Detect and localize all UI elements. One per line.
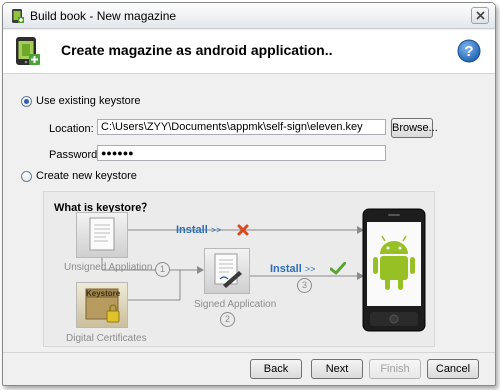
use-existing-label: Use existing keystore [36, 95, 141, 107]
page-title: Create magazine as android application.. [61, 42, 333, 58]
success-check-icon [330, 262, 346, 275]
cancel-button[interactable]: Cancel [427, 359, 479, 379]
use-existing-keystore-option[interactable]: Use existing keystore [21, 95, 141, 107]
next-button[interactable]: Next [311, 359, 363, 379]
finish-button[interactable]: Finish [369, 359, 421, 379]
keystore-box-label: Keystore [86, 289, 121, 298]
unsigned-application-icon [76, 212, 128, 258]
close-button[interactable] [471, 7, 489, 24]
create-new-keystore-option[interactable]: Create new keystore [21, 170, 137, 182]
app-icon [12, 9, 24, 23]
signed-application-icon [204, 248, 250, 294]
android-magazine-icon [16, 37, 40, 65]
window-title: Build book - New magazine [30, 9, 177, 23]
wizard-header: Create magazine as android application..… [3, 30, 495, 74]
dialog-window: Build book - New magazine Create magazin… [2, 2, 496, 386]
location-label: Location: [49, 123, 94, 135]
install-unsigned-label: Install >> [176, 224, 222, 236]
title-bar: Build book - New magazine [3, 3, 495, 29]
document-icon [89, 217, 115, 251]
android-phone-icon [362, 208, 426, 332]
svg-text:?: ? [464, 43, 473, 60]
step-3-badge: 3 [297, 278, 312, 293]
digital-certificates-label: Digital Certificates [66, 333, 147, 344]
digital-certificates-icon: Keystore [76, 282, 128, 328]
signed-document-icon [214, 253, 242, 288]
step-1-badge: 1 [155, 262, 170, 277]
signed-application-label: Signed Application [194, 299, 277, 310]
browse-button[interactable]: Browse... [391, 118, 438, 138]
unsigned-application-label: Unsigned Appliation [64, 262, 153, 273]
footer-divider [3, 352, 495, 353]
install-signed-label: Install >> [270, 263, 316, 275]
step-2-badge: 2 [220, 312, 235, 327]
create-new-radio[interactable] [21, 170, 32, 182]
use-existing-radio[interactable] [21, 95, 32, 107]
location-input[interactable]: C:\Users\ZYY\Documents\appmk\self-sign\e… [97, 119, 386, 135]
fail-cross-icon [237, 224, 249, 236]
back-button[interactable]: Back [250, 359, 302, 379]
close-icon [476, 11, 485, 20]
help-icon[interactable]: ? [457, 39, 481, 63]
create-new-label: Create new keystore [36, 170, 137, 182]
keystore-diagram: What is keystore？ Unsigned Appliation Ke… [43, 191, 435, 347]
password-input[interactable]: ●●●●●● [97, 145, 386, 161]
password-label: Password: [49, 149, 101, 161]
